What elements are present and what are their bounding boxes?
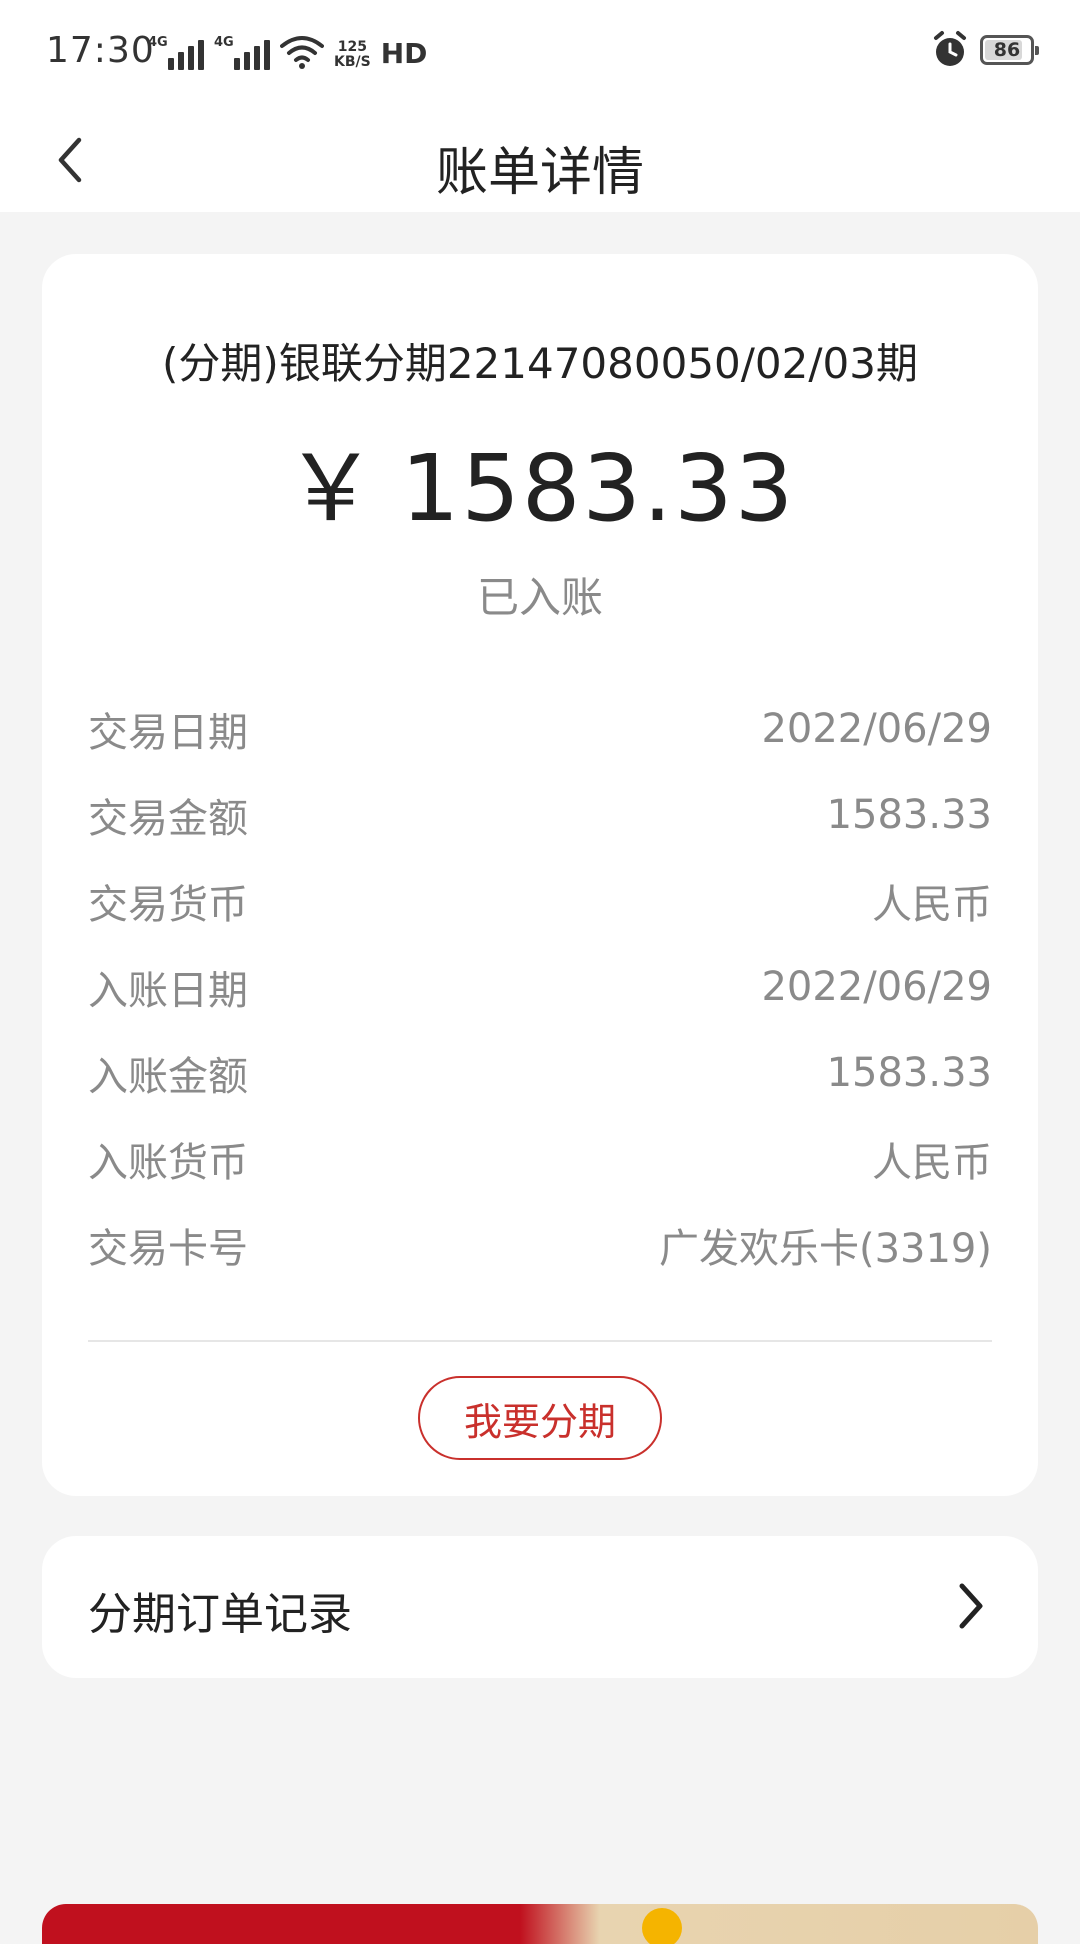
row-value: 广发欢乐卡(3319) <box>658 1226 992 1272</box>
bill-detail-card: (分期)银联分期22147080050/02/03期 ￥ 1583.33 已入账 … <box>42 254 1038 1496</box>
detail-rows: 交易日期 2022/06/29 交易金额 1583.33 交易货币 人民币 入账… <box>88 686 992 1288</box>
row-value: 人民币 <box>872 882 992 928</box>
row-label: 入账日期 <box>88 968 248 1014</box>
detail-row-card-number: 交易卡号 广发欢乐卡(3319) <box>88 1202 992 1288</box>
status-time: 17:30 <box>46 30 155 71</box>
nav-bar: 账单详情 <box>0 104 1080 212</box>
row-value: 人民币 <box>872 1140 992 1186</box>
divider <box>88 1340 992 1342</box>
row-value: 2022/06/29 <box>761 706 992 752</box>
speed-value: 125 <box>337 39 367 55</box>
amount-value: 1583.33 <box>400 435 796 542</box>
installment-records-entry[interactable]: 分期订单记录 <box>42 1536 1038 1678</box>
page-title: 账单详情 <box>435 143 644 203</box>
row-value: 1583.33 <box>826 1050 992 1096</box>
speed-unit: KB/S <box>334 54 371 70</box>
battery-icon: 86 <box>980 35 1039 65</box>
row-value: 2022/06/29 <box>761 964 992 1010</box>
detail-row-posting-date: 入账日期 2022/06/29 <box>88 944 992 1030</box>
transaction-amount: ￥ 1583.33 <box>42 414 1038 547</box>
chevron-right-icon <box>959 1583 983 1629</box>
signal-icon: 4G <box>214 36 270 70</box>
row-label: 入账货币 <box>88 1140 248 1186</box>
status-left-icons: 4G 4G 125 KB/S HD <box>148 30 427 70</box>
transaction-title: (分期)银联分期22147080050/02/03期 <box>162 339 918 388</box>
apply-installment-button[interactable]: 我要分期 <box>418 1376 662 1460</box>
network-type-1: 4G <box>148 35 168 50</box>
network-type-2: 4G <box>214 35 234 50</box>
battery-percent: 86 <box>993 39 1021 61</box>
row-label: 交易卡号 <box>88 1226 248 1272</box>
status-right-icons: 86 <box>932 30 1039 70</box>
detail-row-transaction-amount: 交易金额 1583.33 <box>88 772 992 858</box>
status-bar: 17:30 4G 4G 125 KB/S HD 86 <box>0 0 1080 104</box>
detail-row-posting-currency: 入账货币 人民币 <box>88 1116 992 1202</box>
posting-status: 已入账 <box>476 573 603 622</box>
currency-symbol: ￥ <box>284 435 379 542</box>
row-label: 交易货币 <box>88 882 248 928</box>
row-label: 交易金额 <box>88 796 248 842</box>
promo-banner[interactable] <box>42 1904 1038 1944</box>
row-value: 1583.33 <box>826 792 992 838</box>
alarm-icon <box>934 31 966 66</box>
wifi-icon <box>280 36 324 69</box>
row-label: 交易日期 <box>88 710 248 756</box>
network-speed: 125 KB/S <box>334 40 371 70</box>
installment-records-label: 分期订单记录 <box>88 1589 352 1640</box>
detail-row-posting-amount: 入账金额 1583.33 <box>88 1030 992 1116</box>
row-label: 入账金额 <box>88 1054 248 1100</box>
signal-icon: 4G <box>148 36 204 70</box>
hd-indicator: HD <box>380 37 428 70</box>
detail-row-transaction-currency: 交易货币 人民币 <box>88 858 992 944</box>
detail-row-transaction-date: 交易日期 2022/06/29 <box>88 686 992 772</box>
coin-icon <box>642 1908 682 1944</box>
